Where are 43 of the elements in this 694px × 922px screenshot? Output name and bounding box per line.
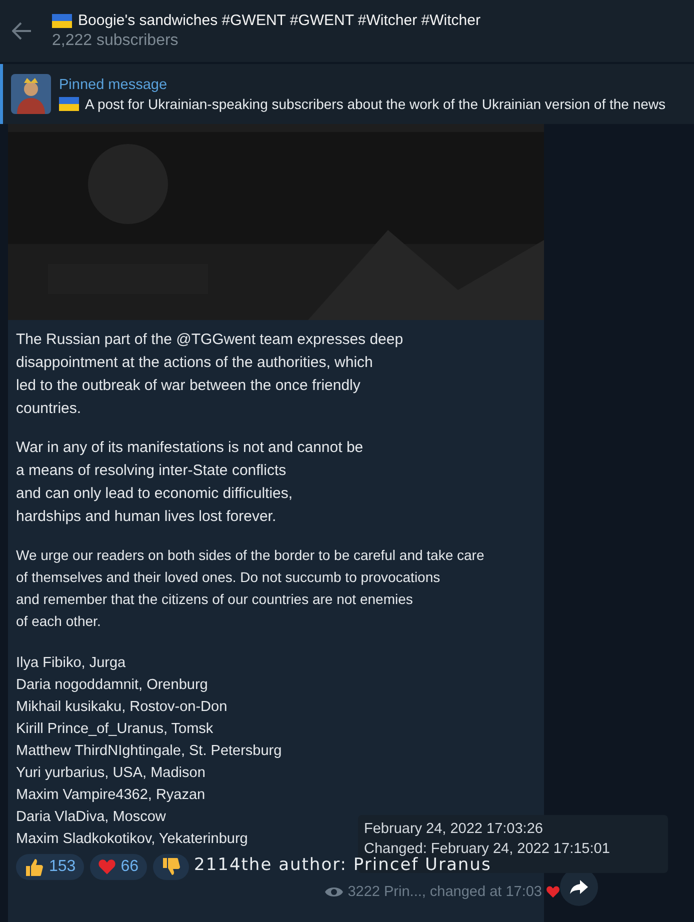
message-text: of each other. <box>16 612 101 631</box>
edit-info: Prin..., changed at 17:03 <box>384 884 542 900</box>
message-text: and remember that the citizens of our countries are not enemies <box>16 590 413 609</box>
message-text: disappointment at the actions of the authorities, which <box>16 353 373 373</box>
message-text: led to the outbreak of war between the once friendly <box>16 376 360 396</box>
message-text: hardships and human lives lost forever. <box>16 507 276 527</box>
signature-line: Daria nogoddamnit, Orenburg <box>16 676 208 695</box>
message-text: of themselves and their loved ones. Do not succumb to provocations <box>16 568 440 587</box>
message-text: a means of resolving inter-State conflicts <box>16 461 286 481</box>
thumbs-up-icon <box>24 857 44 877</box>
signature-line: Kirill Prince_of_Uranus, Tomsk <box>16 720 214 739</box>
signature-line: Ilya Fibiko, Jurga <box>16 654 126 673</box>
thumbs-down-icon <box>160 857 180 877</box>
reaction-button[interactable] <box>152 854 188 880</box>
view-count: 3222 <box>348 884 380 900</box>
pinned-message-bar[interactable]: Pinned message A post for Ukrainian-speaking subscribers about the work of the Ukrainian version of the news <box>0 64 694 124</box>
pinned-label: Pinned message <box>59 76 168 92</box>
message-text: We urge our readers on both sides of the border to be careful and take care <box>16 546 484 565</box>
signature-line: Maxim Sladkokotikov, Yekaterinburg <box>16 830 248 849</box>
signature-line: Maxim Vampire4362, Ryazan <box>16 786 206 805</box>
message-text: War in any of its manifestations is not and cannot be <box>16 438 364 458</box>
flag-icon <box>59 96 79 110</box>
flag-icon <box>52 14 72 28</box>
tooltip-text: February 24, 2022 17:03:26 <box>364 821 544 837</box>
signature-line: Matthew ThirdNIghtingale, St. Petersburg <box>16 742 282 761</box>
eye-icon <box>324 885 344 899</box>
reaction-button[interactable]: 66 <box>90 854 146 880</box>
message-text: and can only lead to economic difficulties, <box>16 484 293 504</box>
channel-title: Boogie's sandwiches #GWENT #GWENT #Witcher #Witcher <box>78 12 480 29</box>
signature-line: Daria VlaDiva, Moscow <box>16 808 166 827</box>
heart-icon <box>546 885 560 899</box>
heart-icon <box>98 858 116 876</box>
message-text: countries. <box>16 399 82 419</box>
subscriber-count: 2,222 subscribers <box>52 32 180 50</box>
reaction-button[interactable]: 153 <box>16 854 84 880</box>
pinned-text: A post for Ukrainian-speaking subscribers about the work of the Ukrainian version of the news <box>85 96 666 112</box>
message-text: The Russian part of the @TGGwent team expresses deep <box>16 330 404 350</box>
overlay-text: 2114the author: Princef Uranus <box>194 855 492 875</box>
avatar <box>11 74 51 114</box>
share-icon <box>570 880 588 894</box>
signature-line: Mikhail kusikaku, Rostov-on-Don <box>16 698 228 717</box>
signature-line: Yuri yurbarius, USA, Madison <box>16 764 206 783</box>
tooltip-text: Changed: February 24, 2022 17:15:01 <box>364 841 611 857</box>
